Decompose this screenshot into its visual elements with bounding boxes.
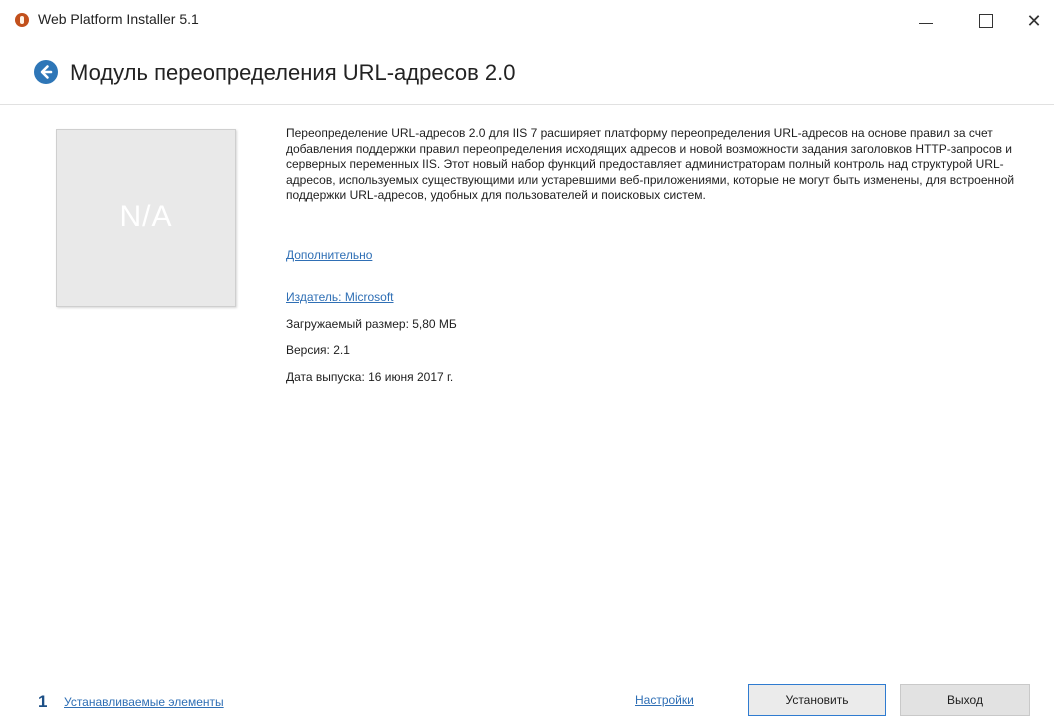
app-icon [15,13,29,27]
header-divider [0,104,1054,105]
version: Версия: 2.1 [286,343,350,357]
close-button[interactable]: ✕ [1016,6,1052,36]
install-items-link[interactable]: Устанавливаемые элементы [64,695,224,709]
maximize-icon [979,14,993,28]
minimize-button[interactable] [908,6,944,36]
settings-link[interactable]: Настройки [635,693,694,707]
download-size: Загружаемый размер: 5,80 МБ [286,317,457,331]
publisher-link[interactable]: Издатель: Microsoft [286,290,394,304]
page-header: Модуль переопределения URL-адресов 2.0 [0,44,1054,102]
title-bar: Web Platform Installer 5.1 ✕ [0,0,1054,44]
close-icon: ✕ [1026,10,1042,31]
product-details: Переопределение URL-адресов 2.0 для IIS … [286,126,1026,204]
maximize-button[interactable] [968,6,1004,36]
install-button[interactable]: Установить [748,684,886,716]
window-title: Web Platform Installer 5.1 [38,11,199,27]
product-description: Переопределение URL-адресов 2.0 для IIS … [286,126,1015,203]
page-title: Модуль переопределения URL-адресов 2.0 [70,60,516,85]
install-items-count: 1 [38,692,48,711]
more-info-link[interactable]: Дополнительно [286,248,372,262]
thumbnail-text: N/A [119,200,173,233]
product-thumbnail: N/A [56,129,236,307]
release-date: Дата выпуска: 16 июня 2017 г. [286,370,454,384]
minimize-icon [919,22,933,24]
exit-button[interactable]: Выход [900,684,1030,716]
back-arrow-icon[interactable] [34,60,58,84]
